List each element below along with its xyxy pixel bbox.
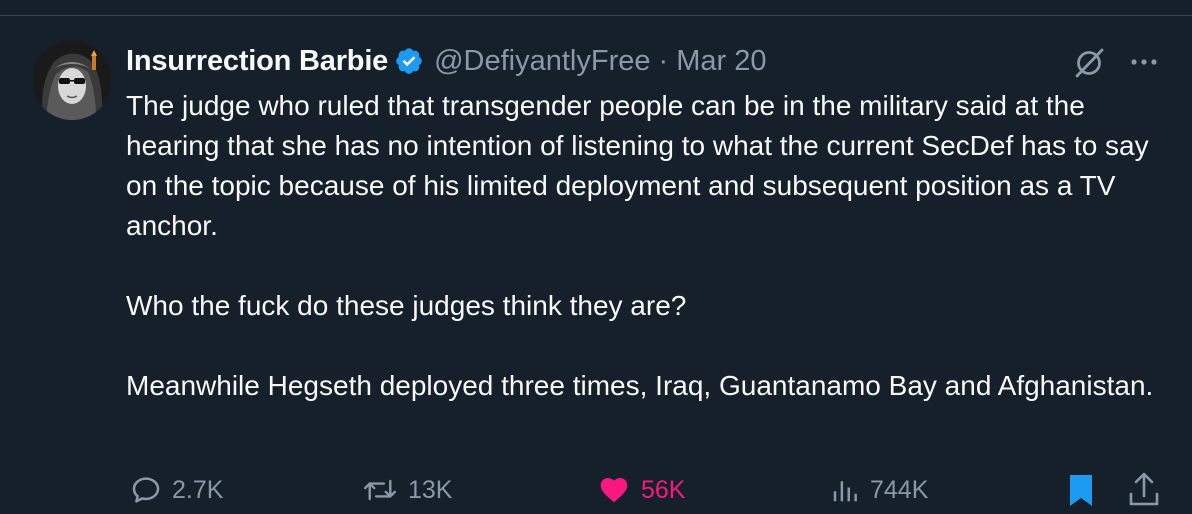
tweet-paragraph: Who the fuck do these judges think they … [126,290,687,321]
more-icon[interactable] [1128,50,1160,74]
tweet-text: The judge who ruled that transgender peo… [126,86,1156,406]
avatar[interactable] [32,40,112,120]
reply-button[interactable]: 2.7K [130,468,223,512]
reply-count: 2.7K [172,475,224,504]
action-bar: 2.7K 13K 56K 744K [0,468,1192,512]
tweet-header: Insurrection Barbie @DefiyantlyFree · Ma… [126,42,766,80]
top-divider [0,15,1192,16]
retweet-count: 13K [408,475,453,504]
like-count: 56K [641,475,686,504]
display-name[interactable]: Insurrection Barbie [126,45,388,78]
reply-icon [132,477,160,503]
separator: · [658,44,669,77]
view-count: 744K [870,475,929,504]
views-button[interactable]: 744K [830,468,928,512]
tweet-paragraph: Meanwhile Hegseth deployed three times, … [126,370,1154,401]
retweet-button[interactable]: 13K [362,468,452,512]
verified-badge-icon [396,48,422,74]
heart-icon [600,478,628,503]
grok-icon[interactable] [1072,46,1106,80]
views-icon [833,481,857,502]
like-button[interactable]: 56K [597,468,685,512]
share-icon[interactable] [1126,470,1162,508]
retweet-icon [363,479,397,501]
tweet-date[interactable]: Mar 20 [676,45,766,78]
handle[interactable]: @DefiyantlyFree [434,45,650,78]
avatar-image [32,40,112,120]
tweet-paragraph: The judge who ruled that transgender peo… [126,90,1149,241]
bookmark-icon[interactable] [1066,472,1096,508]
